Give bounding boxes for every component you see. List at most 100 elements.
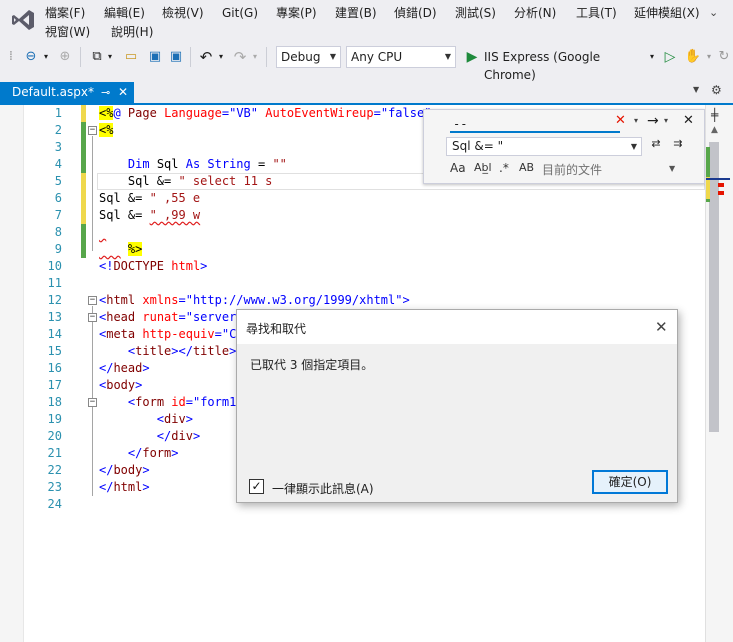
menu-project[interactable]: 專案(P) — [276, 6, 317, 20]
menu-window[interactable]: 視窗(W) — [45, 25, 90, 39]
menu-extensions[interactable]: 延伸模組(X) — [634, 6, 700, 20]
split-window-icon[interactable]: ╪ — [711, 108, 718, 122]
code-line: <% — [99, 123, 114, 137]
undo-icon[interactable]: ↶ — [197, 48, 215, 66]
always-show-checkbox[interactable]: ✓ — [249, 479, 264, 494]
menu-view[interactable]: 檢視(V) — [162, 6, 204, 20]
visual-studio-logo-icon — [12, 10, 34, 30]
replace-all-icon[interactable]: ⇉ — [670, 137, 686, 153]
line-number: 5 — [54, 174, 62, 188]
code-line: Sql &= " ,55 e — [99, 191, 201, 205]
outline-guide — [92, 136, 93, 251]
change-marker-saved — [81, 224, 86, 258]
chevron-down-icon[interactable]: ▾ — [664, 116, 668, 125]
line-number: 24 — [47, 497, 62, 511]
tab-default-aspx[interactable]: Default.aspx* ⊸ ✕ — [0, 82, 134, 103]
save-all-icon[interactable]: ▣ — [167, 48, 185, 66]
menu-tools[interactable]: 工具(T) — [576, 6, 617, 20]
chevron-down-icon[interactable]: ▾ — [634, 116, 638, 125]
chevron-down-icon[interactable]: ▼ — [693, 85, 699, 94]
menu-edit[interactable]: 編輯(E) — [104, 6, 145, 20]
replace-input[interactable]: Sql &= " ▼ — [446, 137, 642, 156]
save-icon[interactable]: ▣ — [146, 48, 164, 66]
code-line: <title></title> — [127, 344, 237, 358]
close-icon[interactable]: ✕ — [683, 113, 694, 128]
refresh-icon[interactable]: ↻ — [716, 48, 732, 66]
line-number: 22 — [47, 463, 62, 477]
standard-toolbar: ⁞ ⊖ ▾ ⊕ ⧉ ▾ ▭ ▣ ▣ ↶ ▾ ↷ ▾ Debug ▼ Any CP… — [0, 43, 733, 82]
clear-icon[interactable]: ✕ — [615, 113, 626, 128]
line-number: 19 — [47, 412, 62, 426]
ok-button[interactable]: 確定(O) — [592, 470, 668, 494]
close-icon[interactable]: ✕ — [655, 318, 668, 336]
line-number: 4 — [54, 157, 62, 171]
replace-next-icon[interactable]: ⇄ — [648, 137, 664, 153]
run-target-button[interactable]: IIS Express (Google Chrome) — [484, 48, 644, 82]
replace-input-value: Sql &= " — [452, 139, 504, 153]
chevron-down-icon[interactable]: ▾ — [217, 48, 225, 66]
menu-analyze[interactable]: 分析(N) — [514, 6, 556, 20]
dialog-title: 尋找和取代 — [246, 322, 307, 336]
menu-debug[interactable]: 偵錯(D) — [394, 6, 437, 20]
solution-configuration-select[interactable]: Debug ▼ — [276, 46, 341, 68]
collapse-toggle[interactable]: − — [88, 126, 97, 135]
vertical-scrollbar[interactable]: ╪ ▲ — [705, 105, 733, 642]
glyph-margin — [0, 105, 24, 642]
chevron-down-icon[interactable]: ▾ — [106, 48, 114, 66]
code-line: %> — [127, 242, 143, 256]
collapse-toggle[interactable]: − — [88, 398, 97, 407]
code-line: </html> — [99, 480, 150, 494]
toolbar-separator — [266, 47, 267, 67]
preserve-case-toggle[interactable]: AB — [519, 161, 534, 174]
code-line: <%@ Page Language="VB" AutoEventWireup="… — [99, 106, 432, 120]
chevron-down-icon[interactable]: ⌄ — [709, 6, 718, 19]
collapse-toggle[interactable]: − — [88, 296, 97, 305]
find-replace-result-dialog: 尋找和取代 ✕ 已取代 3 個指定項目。 ✓ 一律顯示此訊息(A) 確定(O) — [236, 309, 678, 503]
menu-file[interactable]: 檔案(F) — [45, 6, 85, 20]
code-line: Dim Sql As String = "" — [127, 157, 287, 171]
navigate-back-icon[interactable]: ⊖ — [22, 48, 40, 66]
hot-reload-icon[interactable]: ✋ — [684, 48, 702, 66]
menu-git[interactable]: Git(G) — [222, 6, 258, 20]
search-scope-select[interactable]: 目前的文件 — [542, 161, 602, 178]
start-without-debugging-icon[interactable]: ▷ — [662, 48, 678, 66]
find-input[interactable]: -- — [450, 115, 620, 133]
chevron-down-icon: ▼ — [630, 142, 637, 151]
dialog-titlebar[interactable]: 尋找和取代 ✕ — [237, 310, 677, 344]
collapse-toggle[interactable]: − — [88, 313, 97, 322]
chevron-down-icon: ▼ — [329, 52, 336, 61]
caret-position-marker — [706, 178, 730, 180]
match-whole-word-toggle[interactable]: Ab̲l — [474, 161, 492, 174]
change-overview-marker — [706, 177, 710, 199]
toolbar-separator — [80, 47, 81, 67]
menu-test[interactable]: 測試(S) — [455, 6, 496, 20]
error-overview-marker — [718, 191, 724, 195]
menu-bar: 檔案(F) 編輯(E) 檢視(V) Git(G) 專案(P) 建置(B) 偵錯(… — [0, 0, 733, 42]
new-project-icon[interactable]: ⧉ — [88, 48, 106, 66]
chevron-down-icon[interactable]: ▼ — [669, 164, 675, 173]
chevron-down-icon[interactable]: ▾ — [42, 48, 50, 66]
use-regex-toggle[interactable]: .* — [499, 161, 509, 175]
menu-build[interactable]: 建置(B) — [335, 6, 377, 20]
line-number: 15 — [47, 344, 62, 358]
find-next-icon[interactable]: → — [647, 113, 659, 129]
chevron-down-icon[interactable]: ▾ — [251, 48, 259, 66]
open-folder-icon[interactable]: ▭ — [122, 48, 140, 66]
solution-platform-select[interactable]: Any CPU ▼ — [346, 46, 456, 68]
always-show-checkbox-label[interactable]: 一律顯示此訊息(A) — [272, 480, 374, 497]
gear-icon[interactable]: ⚙ — [711, 83, 722, 97]
pin-icon[interactable]: ⊸ — [101, 82, 110, 103]
start-debugging-icon[interactable]: ▶ — [464, 48, 480, 66]
chevron-down-icon[interactable]: ▾ — [705, 48, 713, 66]
match-case-toggle[interactable]: Aa — [450, 161, 466, 175]
menu-help[interactable]: 說明(H) — [111, 25, 153, 39]
code-line: <body> — [99, 378, 143, 392]
scroll-up-icon[interactable]: ▲ — [711, 125, 718, 135]
code-line: Sql &= " select 11 s — [99, 174, 273, 188]
close-icon[interactable]: ✕ — [118, 82, 128, 103]
redo-icon[interactable]: ↷ — [231, 48, 249, 66]
navigate-forward-icon[interactable]: ⊕ — [56, 48, 74, 66]
solution-platform-value: Any CPU — [351, 50, 403, 64]
chevron-down-icon[interactable]: ▾ — [648, 48, 656, 66]
